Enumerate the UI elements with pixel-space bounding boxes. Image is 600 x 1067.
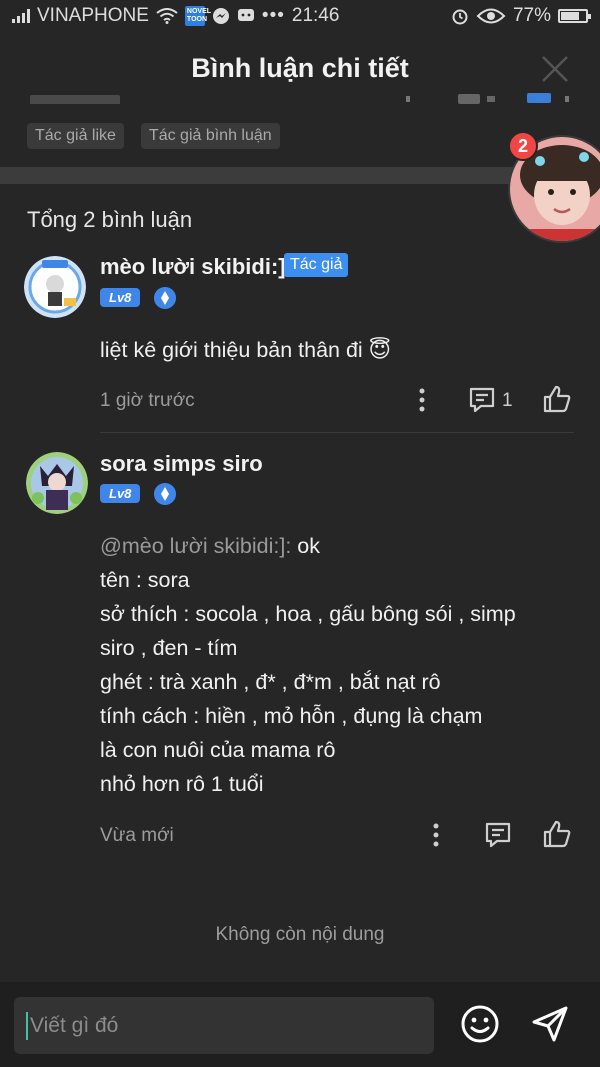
author-comment-tag: Tác giả bình luận xyxy=(140,123,280,149)
parent-comment-meta-row xyxy=(30,90,570,104)
comment-line: nhỏ hơn rô 1 tuổi xyxy=(100,772,264,796)
notification-badge: 2 xyxy=(508,131,538,161)
avatar[interactable] xyxy=(26,452,88,514)
comment-line: tên : sora xyxy=(100,568,190,592)
like-icon[interactable] xyxy=(542,819,572,849)
parent-comment-tags: Tác giả like Tác giả bình luận xyxy=(27,123,280,149)
level-badge: Lv8 xyxy=(100,484,141,503)
level-badge: Lv8 xyxy=(100,288,141,307)
comment-text: liệt kê giới thiệu bản thân đi 😇 xyxy=(100,338,392,362)
signal-icon xyxy=(12,9,30,23)
reply-count: 1 xyxy=(502,390,513,411)
comment-time: 1 giờ trước xyxy=(100,390,195,411)
avatar[interactable] xyxy=(24,256,86,318)
author-badge: Tác giả xyxy=(284,253,349,277)
novel-toon-icon: NOVEL TOON xyxy=(184,6,211,26)
send-icon[interactable] xyxy=(530,1004,570,1044)
comment-separator xyxy=(100,432,574,433)
comment-text: @mèo lười skibidi:]: ok tên : sora sở th… xyxy=(100,529,516,801)
chat-icon xyxy=(237,9,254,21)
comment-line: sở thích : socola , hoa , gấu bông sói ,… xyxy=(100,602,516,626)
reply-icon[interactable] xyxy=(468,386,496,414)
commenter-name[interactable]: sora simps siro xyxy=(100,451,263,477)
messenger-icon xyxy=(212,8,229,24)
close-icon[interactable] xyxy=(540,54,570,84)
comment-line: @mèo lười skibidi:]: ok xyxy=(100,534,320,558)
author-like-tag: Tác giả like xyxy=(27,123,124,149)
battery-percent: 77% xyxy=(512,5,551,26)
more-options-icon[interactable] xyxy=(416,386,428,414)
comment-input[interactable]: Viết gì đó xyxy=(14,997,434,1054)
comment-line: ghét : trà xanh , đ* , đ*m , bắt nạt rô xyxy=(100,670,441,694)
like-icon[interactable] xyxy=(542,384,572,414)
comment-line: tính cách : hiền , mỏ hỗn , đụng là chạm xyxy=(100,704,483,728)
emoji-icon[interactable] xyxy=(459,1003,501,1045)
more-icon: ••• xyxy=(261,5,285,26)
end-of-content-note: Không còn nội dung xyxy=(215,924,385,945)
text-caret xyxy=(26,1011,28,1040)
comment-time: Vừa mới xyxy=(100,825,174,846)
gem-icon xyxy=(154,287,176,309)
mention-link[interactable]: @mèo lười skibidi:]: xyxy=(100,534,291,558)
more-options-icon[interactable] xyxy=(430,821,442,849)
status-bar: VINAPHONE NOVEL TOON ••• 21:46 77% xyxy=(0,0,600,32)
comment-line: là con nuôi của mama rô xyxy=(100,738,336,762)
eye-icon xyxy=(476,8,506,24)
gem-icon xyxy=(154,483,176,505)
reply-icon[interactable] xyxy=(484,821,512,849)
clock: 21:46 xyxy=(291,5,340,26)
wifi-icon xyxy=(156,8,178,24)
alarm-icon xyxy=(452,9,468,25)
carrier-name: VINAPHONE xyxy=(37,5,149,26)
battery-icon xyxy=(558,9,591,23)
comment-total: Tổng 2 bình luận xyxy=(27,207,193,232)
comment-line: siro , đen - tím xyxy=(100,636,238,660)
page-title: Bình luận chi tiết xyxy=(191,52,409,83)
comment-input-placeholder: Viết gì đó xyxy=(30,1013,119,1037)
commenter-name[interactable]: mèo lười skibidi:] xyxy=(100,254,286,280)
